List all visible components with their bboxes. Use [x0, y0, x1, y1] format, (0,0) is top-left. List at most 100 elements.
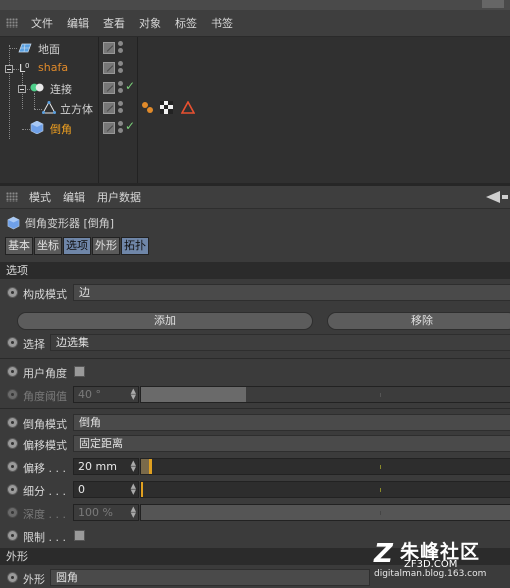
back-arrow-tail-icon	[502, 195, 508, 199]
menu-view[interactable]: 查看	[96, 15, 132, 31]
param-label: 细分 . . .	[23, 485, 66, 498]
collapse-icon[interactable]	[5, 65, 13, 73]
attribute-manager-menubar: 模式 编辑 用户数据	[0, 186, 510, 209]
bevel-mode-dropdown[interactable]: 倒角	[73, 414, 510, 431]
tab-shape[interactable]: 外形	[92, 237, 120, 255]
depth-slider[interactable]	[140, 504, 510, 521]
menu-user-data[interactable]: 用户数据	[91, 189, 147, 205]
section-header-options[interactable]: 选项	[0, 262, 510, 279]
object-name[interactable]: 地面	[38, 41, 60, 57]
object-name[interactable]: 连接	[50, 81, 72, 97]
param-label: 偏移 . . .	[23, 462, 66, 475]
back-arrow-icon[interactable]	[486, 191, 500, 203]
user-angle-checkbox[interactable]	[74, 366, 85, 377]
param-angle-threshold: 角度阈值 40 ° ▲ ▼	[0, 385, 510, 405]
angle-threshold-slider[interactable]	[140, 386, 510, 403]
offset-input[interactable]: 20 mm ▲ ▼	[73, 458, 139, 475]
param-label: 外形	[23, 573, 45, 586]
selection-field[interactable]: 边选集	[50, 334, 510, 351]
spinner-icon[interactable]: ▲ ▼	[131, 483, 136, 496]
subdivision-input[interactable]: 0 ▲ ▼	[73, 481, 139, 498]
depth-input[interactable]: 100 % ▲ ▼	[73, 504, 139, 521]
menu-file[interactable]: 文件	[24, 15, 60, 31]
param-bevel-mode: 倒角模式 倒角	[0, 413, 510, 433]
object-name[interactable]: 倒角	[50, 121, 72, 137]
visibility-toggle-icon[interactable]	[103, 42, 115, 54]
object-title: 倒角变形器 [倒角]	[25, 217, 115, 230]
render-dots-icon[interactable]	[118, 81, 123, 95]
object-name[interactable]: shafa	[38, 61, 68, 74]
object-row-shafa[interactable]: L 0 shafa	[0, 58, 510, 78]
shape-dropdown[interactable]: 圆角	[50, 569, 370, 586]
visibility-toggle-icon[interactable]	[103, 102, 115, 114]
enabled-check-icon[interactable]: ✓	[125, 119, 135, 133]
visibility-toggle-icon[interactable]	[103, 82, 115, 94]
param-label: 限制 . . .	[23, 531, 66, 544]
floor-icon	[18, 43, 32, 53]
spinner-icon[interactable]: ▲ ▼	[131, 460, 136, 473]
object-name[interactable]: 立方体	[60, 101, 93, 117]
tab-basic[interactable]: 基本	[5, 237, 33, 255]
panel-handle[interactable]	[482, 0, 504, 8]
render-dots-icon[interactable]	[118, 101, 123, 115]
offset-mode-dropdown[interactable]: 固定距离	[73, 435, 510, 452]
angle-threshold-input[interactable]: 40 ° ▲ ▼	[73, 386, 139, 403]
slider-knob[interactable]	[141, 482, 143, 497]
object-row-connect[interactable]: 连接 ✓	[0, 78, 510, 98]
phong-tag-icon[interactable]	[141, 101, 154, 114]
divider	[0, 358, 510, 359]
object-row-cube[interactable]: 立方体	[0, 98, 510, 118]
texture-tag-icon[interactable]	[160, 101, 173, 114]
render-dots-icon[interactable]	[118, 41, 123, 55]
svg-text:0: 0	[25, 62, 29, 70]
param-offset: 偏移 . . . 20 mm ▲ ▼	[0, 457, 510, 477]
animate-radio-icon[interactable]	[7, 461, 18, 472]
param-compose-mode: 构成模式 边	[0, 283, 510, 303]
slider-knob[interactable]	[149, 459, 152, 474]
site-watermark: Z 朱峰社区 ZF3D.COM digitalman.blog.163.com	[374, 537, 504, 581]
animate-radio-icon[interactable]	[7, 417, 18, 428]
menu-edit[interactable]: 编辑	[60, 15, 96, 31]
spinner-icon[interactable]: ▲ ▼	[131, 506, 136, 519]
menu-bookmarks[interactable]: 书签	[204, 15, 240, 31]
subdivision-slider[interactable]	[140, 481, 510, 498]
animate-radio-icon[interactable]	[7, 438, 18, 449]
menu-tags[interactable]: 标签	[168, 15, 204, 31]
watermark-blog: digitalman.blog.163.com	[374, 569, 487, 579]
animate-radio-icon[interactable]	[7, 484, 18, 495]
collapse-icon[interactable]	[18, 85, 26, 93]
param-subdivision: 细分 . . . 0 ▲ ▼	[0, 480, 510, 500]
animate-radio-icon[interactable]	[7, 389, 18, 400]
param-label: 深度 . . .	[23, 508, 66, 521]
remove-button[interactable]: 移除	[327, 312, 510, 330]
visibility-toggle-icon[interactable]	[103, 122, 115, 134]
compose-mode-dropdown[interactable]: 边	[73, 284, 510, 301]
slider-tick	[380, 465, 381, 469]
spinner-icon[interactable]: ▲ ▼	[131, 388, 136, 401]
tab-options[interactable]: 选项	[63, 237, 91, 255]
limit-checkbox[interactable]	[74, 530, 85, 541]
object-row-bevel[interactable]: 倒角 ✓	[0, 118, 510, 138]
tab-topology[interactable]: 拓扑	[121, 237, 149, 255]
offset-value: 20 mm	[78, 460, 117, 473]
render-dots-icon[interactable]	[118, 61, 123, 75]
object-row-floor[interactable]: 地面	[0, 38, 510, 58]
animate-radio-icon[interactable]	[7, 572, 18, 583]
offset-slider[interactable]	[140, 458, 510, 475]
menu-mode[interactable]: 模式	[23, 189, 57, 205]
selection-tag-icon[interactable]	[181, 101, 195, 114]
animate-radio-icon[interactable]	[7, 366, 18, 377]
render-dots-icon[interactable]	[118, 121, 123, 135]
animate-radio-icon[interactable]	[7, 287, 18, 298]
menu-edit[interactable]: 编辑	[57, 189, 91, 205]
animate-radio-icon[interactable]	[7, 507, 18, 518]
animate-radio-icon[interactable]	[7, 337, 18, 348]
enabled-check-icon[interactable]: ✓	[125, 79, 135, 93]
tab-coord[interactable]: 坐标	[34, 237, 62, 255]
visibility-toggle-icon[interactable]	[103, 62, 115, 74]
grip-icon[interactable]	[6, 18, 18, 28]
animate-radio-icon[interactable]	[7, 530, 18, 541]
grip-icon[interactable]	[6, 192, 18, 202]
add-button[interactable]: 添加	[17, 312, 313, 330]
menu-objects[interactable]: 对象	[132, 15, 168, 31]
